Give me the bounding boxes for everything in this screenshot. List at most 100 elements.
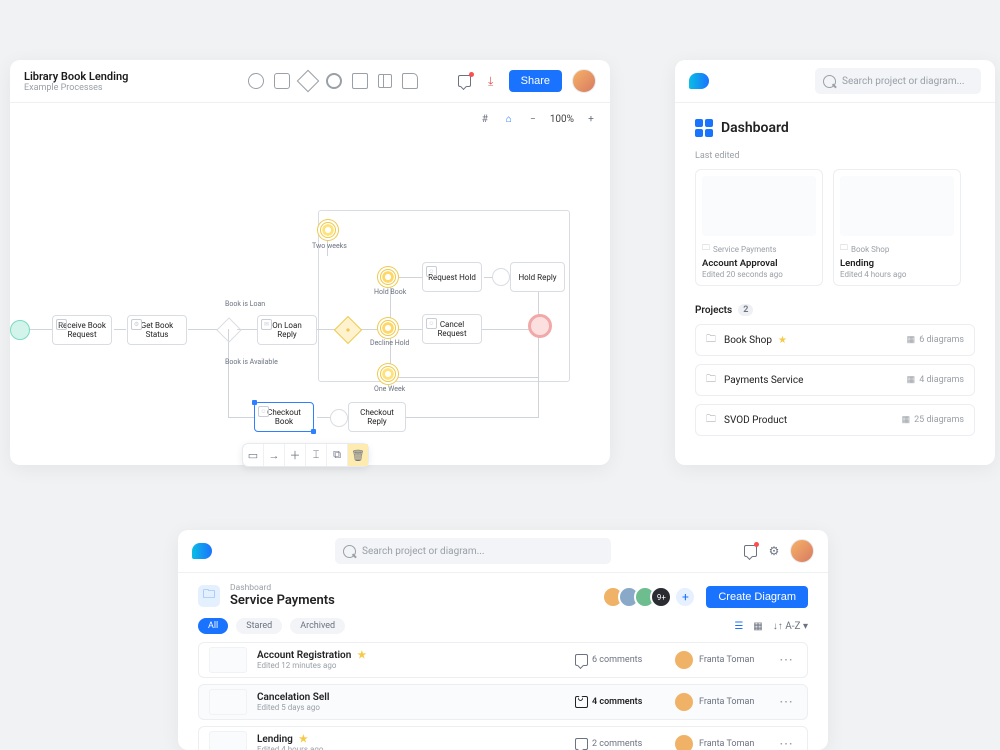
project-panel: Search project or diagram... ⚙ 🗀 Dashboa… [178,530,828,750]
msg-intermediate-hold-reply[interactable] [492,268,510,286]
star-icon[interactable]: ★ [778,335,787,346]
grid-icon[interactable]: # [478,112,492,126]
user-icon: ☺ [258,406,269,417]
task-cancel-request[interactable]: ☺ Cancel Request [422,314,482,344]
task-on-loan-reply[interactable]: ✉ On Loan Reply [257,315,317,345]
diagram-card[interactable]: 🗀Service Payments Account Approval Edite… [695,169,823,286]
folder-icon: 🗀 [706,372,716,389]
task-receive-book-request[interactable]: ✉ Receive Book Request [52,315,112,345]
event-label: Decline Hold [370,339,409,347]
share-button[interactable]: Share [509,70,562,92]
search-icon [823,75,836,88]
tool-copy-icon[interactable]: ⧉ [327,444,348,466]
diagram-card[interactable]: 🗀Book Shop Lending Edited 4 hours ago [833,169,961,286]
edge-label-available: Book is Available [225,358,278,366]
tool-type-icon[interactable]: ▭ [243,444,264,466]
zoom-level[interactable]: 100% [550,114,574,125]
project-row[interactable]: 🗀 SVOD Product ▦25 diagrams [695,404,975,436]
tool-connect-icon[interactable]: → [264,444,285,466]
row-menu-icon[interactable]: ⋯ [775,736,797,750]
canvas[interactable]: ✉ Receive Book Request ⚙ Get Book Status… [10,132,610,465]
comments-count[interactable]: 2 comments [575,738,675,750]
diagram-breadcrumb[interactable]: Example Processes [24,83,128,93]
comments-count[interactable]: 4 comments [575,696,675,708]
shape-event-icon[interactable] [248,73,264,89]
shape-document-icon[interactable] [402,73,418,89]
diagram-row[interactable]: Lending★ Edited 4 hours ago 2 comments F… [198,726,808,750]
tool-delete-icon[interactable]: 🗑 [348,444,368,466]
task-request-hold[interactable]: ☺ Request Hold [422,262,482,292]
task-checkout-reply[interactable]: Checkout Reply [348,402,406,432]
comments-icon[interactable] [457,73,473,89]
folder-icon: 🗀 [198,585,220,607]
tab-archived[interactable]: Archived [290,618,345,634]
owner[interactable]: Franta Toman [675,735,775,750]
start-event[interactable] [10,320,30,340]
shape-data-icon[interactable] [352,73,368,89]
message-icon: ✉ [261,319,272,330]
sort-control[interactable]: ↓↑ A-Z ▾ [773,621,808,632]
diagram-row[interactable]: Account Registration★ Edited 12 minutes … [198,642,808,678]
shape-pool-icon[interactable] [378,74,392,88]
event-label: Hold Book [374,288,406,296]
shape-palette [248,73,418,89]
user-icon: ☺ [426,318,437,329]
zoom-out-icon[interactable]: − [526,112,540,126]
project-row[interactable]: 🗀 Book Shop ★ ▦6 diagrams [695,324,975,356]
breadcrumb[interactable]: Dashboard [230,583,335,593]
folder-icon: 🗀 [702,242,710,256]
timer-one-week[interactable] [380,366,396,382]
diagram-title: Library Book Lending [24,70,128,83]
fit-view-icon[interactable]: ⌂ [502,112,516,126]
task-hold-reply[interactable]: Hold Reply [510,262,565,292]
msg-event-hold[interactable] [380,269,396,285]
user-avatar[interactable] [572,69,596,93]
view-list-icon[interactable]: ☰ [734,621,743,632]
msg-intermediate-checkout[interactable] [330,409,348,427]
task-checkout-book[interactable]: ☺ Checkout Book [254,402,314,432]
selection-toolbar: ▭ → ＋ ⌶ ⧉ 🗑 [242,443,369,467]
service-icon: ⚙ [131,319,142,330]
tool-text-icon[interactable]: ⌶ [306,444,327,466]
comments-count[interactable]: 6 comments [575,654,675,666]
comment-icon [575,696,588,708]
avatar-more[interactable]: 9+ [650,586,672,608]
folder-icon: 🗀 [706,332,716,349]
comments-icon[interactable] [742,543,758,559]
view-grid-icon[interactable]: ▦ [753,621,762,632]
shape-end-event-icon[interactable] [326,73,342,89]
star-icon[interactable]: ★ [299,734,308,745]
tab-all[interactable]: All [198,618,228,634]
add-collaborator-button[interactable]: + [676,588,694,606]
search-input[interactable]: Search project or diagram... [815,68,981,94]
diagram-row[interactable]: Cancelation Sell Edited 5 days ago 4 com… [198,684,808,720]
settings-icon[interactable]: ⚙ [766,543,782,559]
download-icon[interactable]: ⤓ [483,73,499,89]
owner[interactable]: Franta Toman [675,693,775,711]
logo-icon[interactable] [689,73,709,89]
shape-gateway-icon[interactable] [297,70,320,93]
project-row[interactable]: 🗀 Payments Service ▦4 diagrams [695,364,975,396]
logo-icon[interactable] [192,543,212,559]
create-diagram-button[interactable]: Create Diagram [706,586,808,608]
msg-event-decline[interactable] [380,320,396,336]
search-input[interactable]: Search project or diagram... [335,538,611,564]
task-get-book-status[interactable]: ⚙ Get Book Status [127,315,187,345]
row-menu-icon[interactable]: ⋯ [775,652,797,668]
owner[interactable]: Franta Toman [675,651,775,669]
diagram-editor: Library Book Lending Example Processes ⤓… [10,60,610,465]
pool-lane[interactable] [318,210,570,382]
dashboard-panel: Search project or diagram... Dashboard L… [675,60,995,465]
row-menu-icon[interactable]: ⋯ [775,694,797,710]
tool-append-icon[interactable]: ＋ [285,444,306,466]
star-icon[interactable]: ★ [357,650,366,661]
user-avatar[interactable] [790,539,814,563]
end-event[interactable] [528,314,552,338]
diagram-thumbnail [209,731,247,750]
zoom-in-icon[interactable]: + [584,112,598,126]
shape-task-icon[interactable] [274,73,290,89]
timer-label: Two weeks [312,242,347,250]
tab-starred[interactable]: Stared [236,618,282,634]
gateway-book-status[interactable] [216,317,241,342]
timer-two-weeks[interactable] [320,222,336,238]
